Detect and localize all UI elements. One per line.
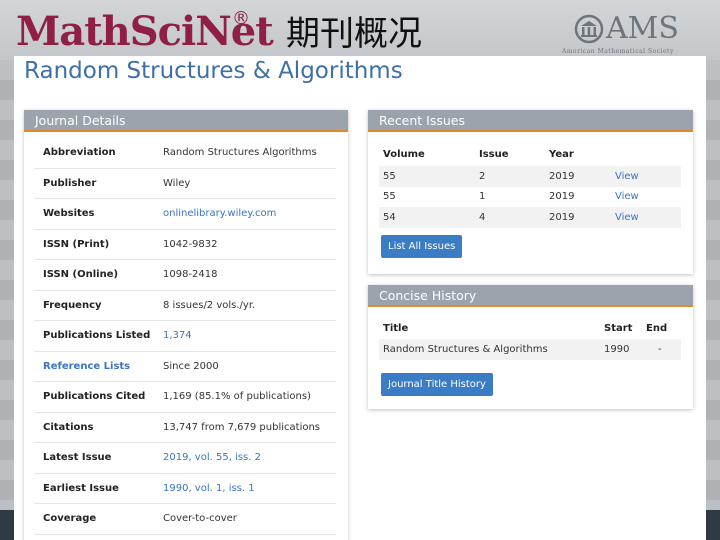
detail-label: Publisher	[43, 177, 97, 189]
detail-value[interactable]: 1990, vol. 1, iss. 1	[163, 474, 255, 504]
detail-row: Websites onlinelibrary.wiley.com	[34, 199, 336, 230]
ams-wordmark: AMS	[606, 11, 679, 46]
detail-row: Coverage Cover-to-cover	[34, 504, 336, 535]
detail-row: Frequency 8 issues/2 vols./yr.	[34, 291, 336, 321]
concise-history-rows: Random Structures & Algorithms 1990-	[379, 339, 681, 360]
detail-label: Publications Cited	[43, 391, 146, 402]
volume-cell: 54	[379, 207, 479, 228]
detail-label: Frequency	[43, 299, 102, 311]
history-title-cell: Random Structures & Algorithms	[379, 339, 604, 360]
detail-value: Cover-to-cover	[163, 513, 237, 524]
column-header-volume: Volume	[383, 148, 425, 160]
detail-label: Latest Issue	[43, 452, 112, 463]
issue-cell: 4	[479, 207, 549, 228]
list-all-issues-button[interactable]: List All Issues	[381, 235, 463, 258]
concise-history-panel: Concise History Title Start End Random S…	[368, 285, 693, 409]
column-header-end: End	[646, 322, 668, 334]
detail-value[interactable]: 1,374	[163, 321, 192, 351]
volume-cell: 55	[379, 166, 479, 187]
year-cell: 2019	[549, 166, 615, 187]
detail-row: Abbreviation Random Structures Algorithms	[34, 138, 336, 169]
table-row: 54 4 2019 View	[379, 207, 681, 228]
detail-label: Abbreviation	[43, 147, 116, 158]
detail-label: Publications Listed	[43, 330, 151, 341]
view-link[interactable]: View	[615, 187, 681, 208]
detail-value: Since 2000	[163, 360, 219, 372]
table-row: 55 2 2019 View	[379, 166, 681, 187]
table-header-row: Volume Issue Year	[379, 142, 681, 166]
column-header-start: Start	[604, 322, 633, 334]
detail-label: Coverage	[43, 513, 97, 524]
detail-value: Random Structures Algorithms	[163, 147, 317, 158]
issue-cell: 2	[479, 166, 549, 187]
ams-temple-icon	[574, 14, 604, 44]
detail-row: ISSN (Online) 1098-2418	[34, 260, 336, 291]
detail-row: Earliest Issue 1990, vol. 1, iss. 1	[34, 474, 336, 504]
recent-issues-rows: 55 2 2019 View 55 1 2019 View 54 4 2019 View	[379, 166, 681, 228]
detail-value: 1042-9832	[163, 238, 218, 250]
volume-cell: 55	[383, 191, 396, 203]
history-start-cell: 1990	[604, 339, 646, 360]
detail-label[interactable]: Reference Lists	[43, 352, 130, 382]
detail-label: Citations	[43, 421, 94, 433]
registered-mark: ®	[232, 8, 250, 29]
slide-title: 期刊概况	[286, 14, 422, 54]
detail-row: Publications Listed 1,374	[34, 321, 336, 352]
table-row: 55 1 2019 View	[379, 187, 681, 208]
journal-title: Random Structures & Algorithms	[24, 58, 403, 84]
ams-logo: AMS American Mathematical Society	[562, 11, 712, 56]
detail-value: 1,169 (85.1% of publications)	[163, 391, 311, 402]
detail-value[interactable]: onlinelibrary.wiley.com	[163, 199, 276, 229]
detail-label: ISSN (Print)	[43, 238, 110, 250]
detail-value: Wiley	[163, 177, 191, 189]
column-header-year: Year	[549, 148, 574, 160]
detail-label: Earliest Issue	[43, 482, 119, 494]
detail-value: 8 issues/2 vols./yr.	[163, 299, 256, 311]
column-header-title: Title	[383, 322, 409, 334]
journal-details-panel: Journal Details Abbreviation Random Struc…	[24, 110, 348, 540]
year-cell: 2019	[549, 191, 575, 203]
concise-history-heading: Concise History	[368, 285, 693, 307]
detail-value[interactable]: 2019, vol. 55, iss. 2	[163, 443, 261, 473]
detail-value: 13,747 from 7,679 publications	[163, 421, 321, 433]
view-link[interactable]: View	[615, 207, 681, 228]
column-header-action	[615, 142, 681, 166]
detail-row: Latest Issue 2019, vol. 55, iss. 2	[34, 443, 336, 474]
detail-row: Citations 13,747 from 7,679 publications	[34, 413, 336, 443]
table-header-row: Title Start End	[379, 317, 681, 339]
detail-row: Publications Cited 1,169 (85.1% of public…	[34, 382, 336, 413]
table-row: Random Structures & Algorithms 1990-	[379, 339, 681, 360]
journal-title-history-button[interactable]: Journal Title History	[381, 373, 493, 396]
journal-details-heading: Journal Details	[24, 110, 348, 132]
detail-value: 1098-2418	[163, 269, 218, 280]
year-cell: 2019	[549, 207, 615, 228]
detail-label: Websites	[43, 208, 95, 219]
detail-row: Reference Lists Since 2000	[34, 352, 336, 382]
journal-profile-page: Random Structures & Algorithms Journal D…	[14, 56, 706, 540]
detail-label: ISSN (Online)	[43, 269, 119, 280]
recent-issues-panel: Recent Issues Volume Issue Year 55 2 2019 V…	[368, 110, 693, 274]
column-header-issue: Issue	[479, 148, 509, 160]
recent-issues-heading: Recent Issues	[368, 110, 693, 132]
issue-cell: 1	[479, 191, 486, 203]
detail-row: ISSN (Print) 1042-9832	[34, 230, 336, 260]
history-end-cell: -	[646, 339, 681, 360]
concise-history-table: Title Start End Random Structures & Algo…	[379, 317, 681, 360]
ams-subtitle: American Mathematical Society	[562, 48, 674, 55]
recent-issues-table: Volume Issue Year 55 2 2019 View 55 1 2019 View…	[379, 142, 681, 228]
detail-row: Publisher Wiley	[34, 169, 336, 199]
view-link[interactable]: View	[615, 166, 681, 187]
